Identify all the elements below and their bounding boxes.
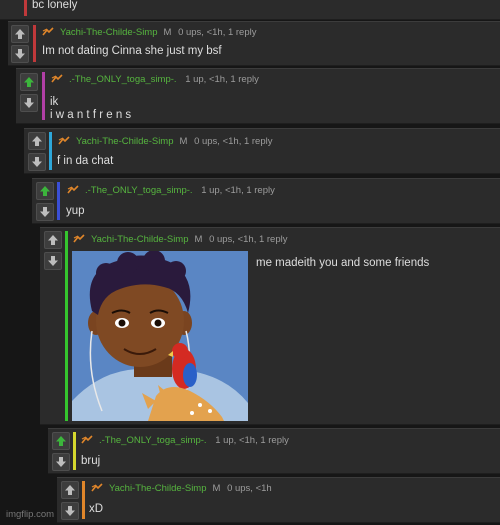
comment-meta: Yachi-The-Childe-Simp M 0 ups, <1h, 1 rep…: [73, 234, 288, 245]
imgflip-logo-icon: [58, 136, 70, 146]
imgflip-logo-icon: [51, 74, 63, 84]
comment-body: f in da chat: [57, 155, 114, 167]
user-flag: M: [163, 27, 172, 38]
comment-stats: 0 ups, <1h, 1 reply: [194, 136, 273, 147]
user-flag: M: [194, 234, 203, 245]
username-link[interactable]: .-The_ONLY_toga_simp-.: [69, 74, 177, 85]
user-flag: M: [212, 483, 221, 494]
imgflip-logo-icon: [67, 185, 79, 195]
upvote-button[interactable]: [11, 25, 29, 43]
comment-body: xD: [89, 503, 104, 515]
username-link[interactable]: Yachi-The-Childe-Simp: [109, 483, 207, 494]
comment-meta: Yachi-The-Childe-Simp M 0 ups, <1h, 1 rep…: [58, 136, 273, 147]
imgflip-logo-icon: [42, 27, 54, 37]
comment-body: bruj: [81, 455, 101, 467]
comment-stats: 1 up, <1h, 1 reply: [201, 185, 275, 196]
comment-4: .-The_ONLY_toga_simp-. 1 up, <1h, 1 repl…: [32, 178, 500, 224]
comment-stats: 0 ups, <1h: [227, 483, 272, 494]
comment-body: yup: [66, 205, 85, 217]
nesting-bar: [49, 132, 52, 170]
comment-meta: .-The_ONLY_toga_simp-. 1 up, <1h, 1 repl…: [51, 74, 259, 85]
comment-stats: 1 up, <1h, 1 reply: [185, 74, 259, 85]
comment-meta: Yachi-The-Childe-Simp M 0 ups, <1h, 1 rep…: [42, 27, 257, 38]
upvote-button[interactable]: [61, 481, 79, 499]
comment-meta: .-The_ONLY_toga_simp-. 1 up, <1h, 1 repl…: [67, 185, 275, 196]
downvote-arrow-icon: [56, 457, 66, 467]
downvote-button[interactable]: [36, 203, 54, 221]
nesting-bar: [82, 481, 85, 519]
downvote-button[interactable]: [61, 502, 79, 520]
username-link[interactable]: .-The_ONLY_toga_simp-.: [85, 185, 193, 196]
upvote-arrow-icon: [65, 485, 75, 495]
attached-image[interactable]: [72, 251, 248, 421]
nesting-bar: [33, 25, 36, 62]
downvote-arrow-icon: [15, 49, 25, 59]
downvote-arrow-icon: [48, 256, 58, 266]
comment-body: me madeith you and some friends: [256, 257, 430, 269]
downvote-arrow-icon: [40, 207, 50, 217]
upvote-button[interactable]: [28, 132, 46, 150]
comment-7: Yachi-The-Childe-Simp M 0 ups, <1h xD: [57, 477, 500, 523]
imgflip-logo-icon: [91, 483, 103, 493]
nesting-bar: [42, 72, 45, 120]
watermark: imgflip.com: [6, 509, 55, 520]
imgflip-logo-icon: [73, 234, 85, 244]
upvote-arrow-icon: [15, 29, 25, 39]
comment-1: Yachi-The-Childe-Simp M 0 ups, <1h, 1 rep…: [8, 21, 500, 66]
upvote-button[interactable]: [20, 73, 38, 91]
downvote-button[interactable]: [11, 45, 29, 63]
downvote-arrow-icon: [24, 98, 34, 108]
downvote-button[interactable]: [28, 153, 46, 171]
imgflip-logo-icon: [81, 435, 93, 445]
username-link[interactable]: Yachi-The-Childe-Simp: [91, 234, 189, 245]
nesting-bar: [73, 432, 76, 470]
comment-body: Im not dating Cinna she just my bsf: [42, 45, 222, 57]
comment-0: bc lonely: [0, 0, 500, 20]
comment-body: bc lonely: [32, 0, 78, 11]
nesting-bar: [24, 0, 27, 16]
upvote-arrow-icon: [24, 77, 34, 87]
comment-meta: .-The_ONLY_toga_simp-. 1 up, <1h, 1 repl…: [81, 435, 289, 446]
comment-body-line: ik: [50, 96, 59, 108]
username-link[interactable]: Yachi-The-Childe-Simp: [76, 136, 174, 147]
upvote-arrow-icon: [40, 186, 50, 196]
nesting-bar: [57, 182, 60, 220]
username-link[interactable]: .-The_ONLY_toga_simp-.: [99, 435, 207, 446]
upvote-arrow-icon: [48, 235, 58, 245]
upvote-button[interactable]: [52, 432, 70, 450]
user-flag: M: [179, 136, 188, 147]
comment-stats: 1 up, <1h, 1 reply: [215, 435, 289, 446]
comment-stats: 0 ups, <1h, 1 reply: [209, 234, 288, 245]
upvote-arrow-icon: [32, 136, 42, 146]
comment-stats: 0 ups, <1h, 1 reply: [178, 27, 257, 38]
comment-2: .-The_ONLY_toga_simp-. 1 up, <1h, 1 repl…: [16, 68, 500, 124]
downvote-button[interactable]: [52, 453, 70, 471]
username-link[interactable]: Yachi-The-Childe-Simp: [60, 27, 158, 38]
comment-3: Yachi-The-Childe-Simp M 0 ups, <1h, 1 rep…: [24, 128, 500, 174]
comment-body-line: i w a n t f r e n s: [50, 109, 132, 121]
upvote-button[interactable]: [44, 231, 62, 249]
upvote-arrow-icon: [56, 436, 66, 446]
downvote-arrow-icon: [32, 157, 42, 167]
nesting-bar: [65, 231, 68, 421]
downvote-arrow-icon: [65, 506, 75, 516]
downvote-button[interactable]: [44, 252, 62, 270]
downvote-button[interactable]: [20, 94, 38, 112]
comment-meta: Yachi-The-Childe-Simp M 0 ups, <1h: [91, 483, 272, 494]
upvote-button[interactable]: [36, 182, 54, 200]
comment-5: Yachi-The-Childe-Simp M 0 ups, <1h, 1 rep…: [40, 227, 500, 425]
comment-6: .-The_ONLY_toga_simp-. 1 up, <1h, 1 repl…: [48, 428, 500, 474]
